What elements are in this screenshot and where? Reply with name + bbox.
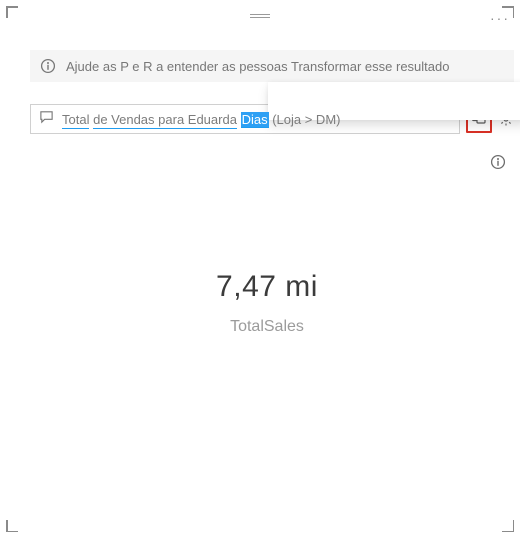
chat-icon bbox=[39, 109, 54, 129]
crop-corner-tl bbox=[6, 6, 18, 18]
info-icon bbox=[490, 154, 506, 170]
qa-query-text: Total de Vendas para Eduarda Dias (Loja … bbox=[62, 112, 340, 127]
card-visual: 7,47 mi TotalSales bbox=[30, 270, 504, 336]
metric-value: 7,47 mi bbox=[30, 270, 504, 304]
info-icon bbox=[40, 58, 56, 74]
qa-help-banner[interactable]: Ajude as P e R a entender as pessoas Tra… bbox=[30, 50, 514, 82]
drag-grip[interactable] bbox=[250, 12, 270, 20]
crop-corner-bl bbox=[6, 520, 18, 532]
qa-help-text: Ajude as P e R a entender as pessoas Tra… bbox=[66, 59, 449, 74]
more-options-button[interactable]: ··· bbox=[490, 10, 510, 26]
metric-label: TotalSales bbox=[30, 318, 504, 336]
crop-corner-br bbox=[502, 520, 514, 532]
visual-info-button[interactable] bbox=[490, 154, 506, 175]
